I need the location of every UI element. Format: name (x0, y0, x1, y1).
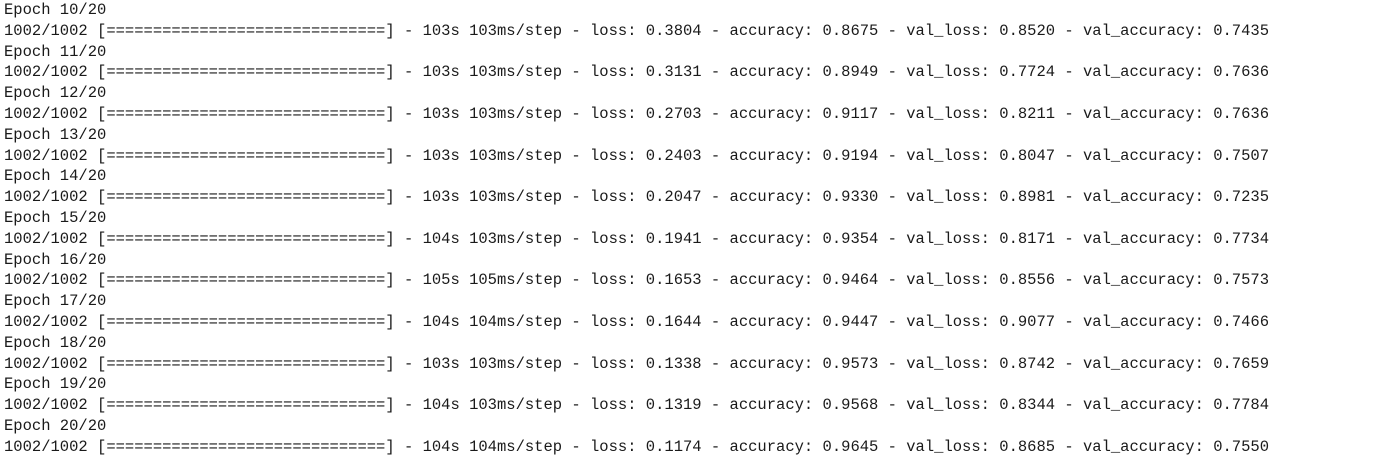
epoch-progress-line: 1002/1002 [=============================… (4, 354, 1270, 373)
epoch-header-line: Epoch 18/20 (4, 333, 107, 352)
epoch-progress-line: 1002/1002 [=============================… (4, 63, 1270, 82)
epoch-progress-line: 1002/1002 [=============================… (4, 271, 1270, 290)
epoch-header-line: Epoch 17/20 (4, 292, 107, 311)
epoch-progress-line: 1002/1002 [=============================… (4, 312, 1270, 331)
epoch-header-line: Epoch 14/20 (4, 167, 107, 186)
epoch-progress-line: 1002/1002 [=============================… (4, 188, 1270, 207)
epoch-header-line: Epoch 13/20 (4, 125, 107, 144)
epoch-header-line: Epoch 19/20 (4, 375, 107, 394)
epoch-header-line: Epoch 12/20 (4, 84, 107, 103)
training-log-output[interactable]: Epoch 10/20 1002/1002 [=================… (0, 0, 1400, 461)
epoch-progress-line: 1002/1002 [=============================… (4, 437, 1270, 456)
epoch-progress-line: 1002/1002 [=============================… (4, 146, 1270, 165)
epoch-progress-line: 1002/1002 [=============================… (4, 229, 1270, 248)
epoch-header-line: Epoch 10/20 (4, 1, 107, 19)
epoch-progress-line: 1002/1002 [=============================… (4, 104, 1270, 123)
epoch-header-line: Epoch 16/20 (4, 250, 107, 269)
epoch-header-line: Epoch 20/20 (4, 416, 107, 435)
epoch-progress-line: 1002/1002 [=============================… (4, 396, 1270, 415)
epoch-header-line: Epoch 11/20 (4, 42, 107, 61)
epoch-header-line: Epoch 15/20 (4, 208, 107, 227)
epoch-progress-line: 1002/1002 [=============================… (4, 21, 1270, 40)
